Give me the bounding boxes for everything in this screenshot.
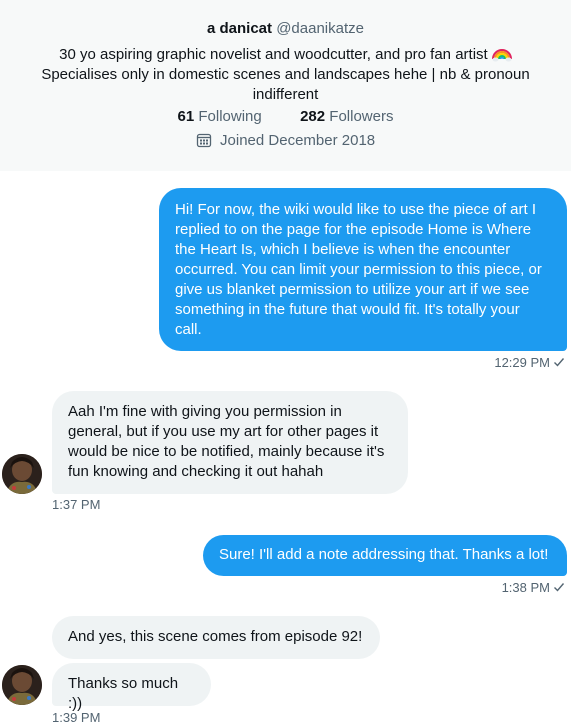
timestamp-text: 12:29 PM (494, 355, 550, 370)
message-timestamp: 1:38 PM (502, 580, 565, 595)
avatar-image (2, 454, 42, 494)
profile-name-line: a danicat @daanikatze (0, 20, 571, 37)
profile-header: a danicat @daanikatze 30 yo aspiring gra… (0, 0, 571, 171)
incoming-message-bubble[interactable]: Thanks so much :)) (52, 663, 211, 712)
bio-line-3: indifferent (252, 86, 319, 103)
rainbow-icon (491, 49, 512, 62)
message-line: And yes, this scene comes from episode 9… (68, 628, 363, 645)
user-handle[interactable]: @daanikatze (276, 20, 364, 37)
avatar[interactable] (2, 665, 42, 705)
message-line: call. (175, 321, 202, 338)
following-count: 61 (177, 108, 195, 125)
following-label: Following (198, 108, 262, 125)
message-timestamp: 1:39 PM (52, 710, 101, 725)
followers-link[interactable]: 282 Followers (300, 108, 393, 125)
message-timestamp: 1:37 PM (52, 497, 101, 512)
bio-line-2: Specialises only in domestic scenes and … (41, 66, 530, 83)
message-line: replied to on the page for the episode H… (175, 221, 532, 238)
avatar[interactable] (2, 454, 42, 494)
message-line: Hi! For now, the wiki would like to use … (175, 201, 537, 218)
display-name[interactable]: a danicat (207, 20, 272, 37)
message-line: Aah I'm fine with giving you permission … (68, 403, 342, 420)
message-line: the Heart Is, which I believe is when th… (175, 241, 511, 258)
message-timestamp: 12:29 PM (494, 355, 565, 370)
incoming-message-bubble[interactable]: And yes, this scene comes from episode 9… (52, 616, 380, 659)
message-line: would be nice to be notified, mainly bec… (68, 443, 385, 460)
calendar-icon (196, 133, 212, 148)
message-line: general, but if you use my art for other… (68, 423, 379, 440)
message-line: give us blanket permission to utilize yo… (175, 281, 530, 298)
read-check-icon (554, 583, 565, 592)
bio-line-1: 30 yo aspiring graphic novelist and wood… (59, 46, 488, 63)
followers-label: Followers (329, 108, 394, 125)
following-link[interactable]: 61 Following (178, 108, 266, 125)
joined-date: Joined December 2018 (0, 132, 571, 149)
joined-text: Joined December 2018 (220, 132, 376, 149)
follow-stats: 61 Following 282 Followers (0, 108, 571, 125)
outgoing-message-bubble[interactable]: Hi! For now, the wiki would like to use … (159, 188, 567, 351)
message-line: fun knowing and checking it out hahah (68, 463, 324, 480)
message-line: something in the future that would fit. … (175, 301, 520, 318)
incoming-message-bubble[interactable]: Aah I'm fine with giving you permission … (52, 391, 408, 494)
read-check-icon (554, 358, 565, 367)
message-line: Sure! I'll add a note addressing that. T… (219, 546, 549, 563)
followers-count: 282 (300, 108, 326, 125)
message-line: occurred. You can limit your permission … (175, 261, 542, 278)
message-line: Thanks so much :)) (68, 675, 179, 712)
timestamp-text: 1:38 PM (501, 580, 550, 595)
outgoing-message-bubble[interactable]: Sure! I'll add a note addressing that. T… (203, 535, 567, 576)
avatar-image (2, 665, 42, 705)
profile-bio: 30 yo aspiring graphic novelist and wood… (20, 43, 551, 105)
